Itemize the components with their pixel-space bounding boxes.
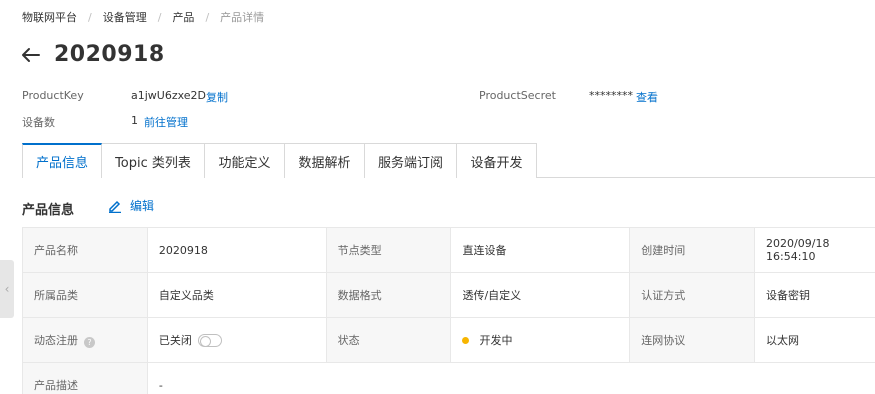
status-value: 开发中 xyxy=(479,334,513,347)
chevron-left-icon: ‹ xyxy=(4,282,10,296)
dynamic-registration-toggle[interactable] xyxy=(197,334,222,347)
table-row: 所属品类 自定义品类 数据格式 透传/自定义 认证方式 设备密钥 xyxy=(22,272,875,318)
view-secret-link[interactable]: 查看 xyxy=(636,89,658,105)
created-time-label: 创建时间 xyxy=(629,227,756,273)
device-count-value: 1 xyxy=(131,114,138,127)
table-row: 产品描述 - xyxy=(22,362,875,394)
node-type-value: 直连设备 xyxy=(450,227,631,273)
breadcrumb: 物联网平台 / 设备管理 / 产品 / 产品详情 xyxy=(22,9,264,25)
breadcrumb-product[interactable]: 产品 xyxy=(172,9,194,25)
auth-method-value: 设备密钥 xyxy=(754,272,875,318)
edit-button[interactable]: 编辑 xyxy=(108,197,154,214)
product-secret-value: ******** xyxy=(589,89,633,102)
edit-label: 编辑 xyxy=(130,199,155,213)
tab-function-definition[interactable]: 功能定义 xyxy=(205,143,285,178)
table-row: 产品名称 2020918 节点类型 直连设备 创建时间 2020/09/18 1… xyxy=(22,227,875,273)
created-time-value: 2020/09/18 16:54:10 xyxy=(754,227,875,273)
sidebar-collapse-handle[interactable]: ‹ xyxy=(0,260,14,318)
product-secret-label: ProductSecret xyxy=(479,89,556,102)
product-key-label: ProductKey xyxy=(22,89,84,102)
tab-product-info[interactable]: 产品信息 xyxy=(22,143,102,178)
page-title: 2020918 xyxy=(54,42,165,67)
status-dot-icon xyxy=(462,337,470,344)
product-name-value: 2020918 xyxy=(146,227,327,273)
auth-method-label: 认证方式 xyxy=(629,272,756,318)
breadcrumb-separator: / xyxy=(205,10,210,24)
tab-server-subscription[interactable]: 服务端订阅 xyxy=(365,143,457,178)
breadcrumb-device-management[interactable]: 设备管理 xyxy=(103,9,147,25)
table-row: 动态注册? 已关闭 状态 开发中 连网协议 以太网 xyxy=(22,317,875,363)
network-protocol-label: 连网协议 xyxy=(629,317,756,363)
product-description-value: - xyxy=(146,362,875,394)
dynamic-registration-cell: 动态注册? xyxy=(22,317,148,363)
help-icon[interactable]: ? xyxy=(84,337,95,348)
device-count-label: 设备数 xyxy=(22,116,55,129)
product-key-value: a1jwU6zxe2D xyxy=(131,89,207,102)
dynamic-registration-cell-value: 已关闭 xyxy=(146,317,327,363)
network-protocol-value: 以太网 xyxy=(754,317,875,363)
category-value: 自定义品类 xyxy=(146,272,327,318)
node-type-label: 节点类型 xyxy=(325,227,452,273)
dynamic-registration-label: 动态注册 xyxy=(34,334,78,347)
product-info-table: 产品名称 2020918 节点类型 直连设备 创建时间 2020/09/18 1… xyxy=(22,227,875,394)
breadcrumb-separator: / xyxy=(157,10,162,24)
data-format-label: 数据格式 xyxy=(325,272,452,318)
back-arrow-icon[interactable] xyxy=(20,44,42,66)
tab-device-development[interactable]: 设备开发 xyxy=(457,143,537,178)
dynamic-registration-value: 已关闭 xyxy=(158,334,192,347)
tab-bar: 产品信息 Topic 类列表 功能定义 数据解析 服务端订阅 设备开发 xyxy=(22,143,875,178)
section-title: 产品信息 xyxy=(22,203,75,218)
title-row: 2020918 xyxy=(20,42,165,67)
go-manage-link[interactable]: 前往管理 xyxy=(144,114,188,130)
product-description-label: 产品描述 xyxy=(22,362,148,394)
tab-data-parsing[interactable]: 数据解析 xyxy=(285,143,365,178)
breadcrumb-iot-platform[interactable]: 物联网平台 xyxy=(22,9,77,25)
status-cell: 开发中 xyxy=(450,317,631,363)
category-label: 所属品类 xyxy=(22,272,148,318)
breadcrumb-separator: / xyxy=(88,10,92,24)
status-label: 状态 xyxy=(325,317,452,363)
data-format-value: 透传/自定义 xyxy=(450,272,631,318)
breadcrumb-product-detail: 产品详情 xyxy=(220,11,265,24)
product-name-label: 产品名称 xyxy=(22,227,148,273)
copy-product-key-link[interactable]: 复制 xyxy=(206,89,228,105)
pencil-icon xyxy=(109,200,121,213)
tab-topic-list[interactable]: Topic 类列表 xyxy=(102,143,205,178)
